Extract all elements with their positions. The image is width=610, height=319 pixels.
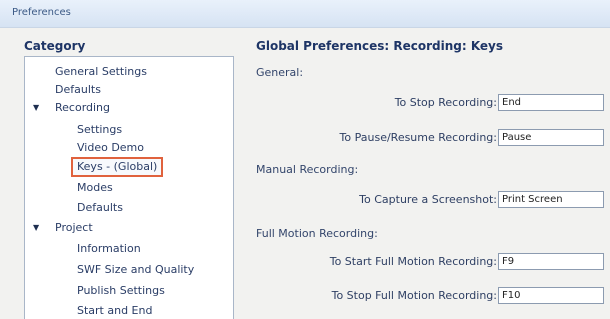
- tree-item-information[interactable]: Information: [77, 240, 141, 258]
- pause-resume-field[interactable]: Pause: [498, 129, 604, 146]
- tree-item-recording-defaults[interactable]: Defaults: [77, 199, 123, 217]
- pause-resume-label: To Pause/Resume Recording:: [339, 131, 497, 144]
- stop-full-motion-label: To Stop Full Motion Recording:: [331, 289, 497, 302]
- preferences-window: Preferences Category General Settings De…: [0, 0, 610, 319]
- tree-item-publish-settings[interactable]: Publish Settings: [77, 282, 165, 300]
- tree-item-label: Recording: [55, 101, 111, 114]
- stop-full-motion-field[interactable]: F10: [498, 287, 604, 304]
- section-full-motion-label: Full Motion Recording:: [256, 227, 378, 240]
- tree-item-recording[interactable]: ▼ Recording: [33, 99, 111, 117]
- tree-item-swf-size-quality[interactable]: SWF Size and Quality: [77, 261, 194, 279]
- capture-screenshot-field[interactable]: Print Screen: [498, 191, 604, 208]
- tree-item-settings[interactable]: Settings: [77, 121, 122, 139]
- tree-item-project[interactable]: ▼ Project: [33, 219, 93, 237]
- tree-item-start-and-end[interactable]: Start and End: [77, 302, 152, 319]
- start-full-motion-label: To Start Full Motion Recording:: [329, 255, 497, 268]
- expanded-arrow-icon[interactable]: ▼: [33, 99, 39, 117]
- tree-item-keys-global[interactable]: Keys - (Global): [71, 157, 164, 177]
- tree-item-general-settings[interactable]: General Settings: [55, 63, 147, 81]
- tree-item-label: Start and End: [77, 304, 153, 317]
- tree-item-label: Publish Settings: [77, 284, 165, 297]
- tree-item-label: Modes: [77, 181, 113, 194]
- tree-item-label: Project: [55, 221, 93, 234]
- section-manual-label: Manual Recording:: [256, 163, 359, 176]
- tree-item-label: Keys - (Global): [77, 160, 158, 173]
- stop-recording-field[interactable]: End: [498, 94, 604, 111]
- tree-item-label: Video Demo: [77, 141, 144, 154]
- tree-item-label: Defaults: [77, 201, 123, 214]
- tree-item-video-demo[interactable]: Video Demo: [77, 139, 144, 157]
- tree-item-label: Information: [77, 242, 141, 255]
- tree-item-label: SWF Size and Quality: [77, 263, 195, 276]
- category-label: Category: [24, 39, 86, 53]
- category-tree[interactable]: General Settings Defaults ▼ Recording Se…: [24, 56, 234, 319]
- tree-item-label: General Settings: [55, 65, 147, 78]
- expanded-arrow-icon[interactable]: ▼: [33, 219, 39, 237]
- capture-screenshot-label: To Capture a Screenshot:: [359, 193, 497, 206]
- tree-item-modes[interactable]: Modes: [77, 179, 113, 197]
- section-general-label: General:: [256, 66, 304, 79]
- start-full-motion-field[interactable]: F9: [498, 253, 604, 270]
- page-title: Global Preferences: Recording: Keys: [256, 39, 504, 53]
- tree-item-label: Settings: [77, 123, 123, 136]
- tree-item-defaults[interactable]: Defaults: [55, 81, 101, 99]
- stop-recording-label: To Stop Recording:: [394, 96, 497, 109]
- tree-item-label: Defaults: [55, 83, 101, 96]
- window-title: Preferences: [0, 0, 610, 28]
